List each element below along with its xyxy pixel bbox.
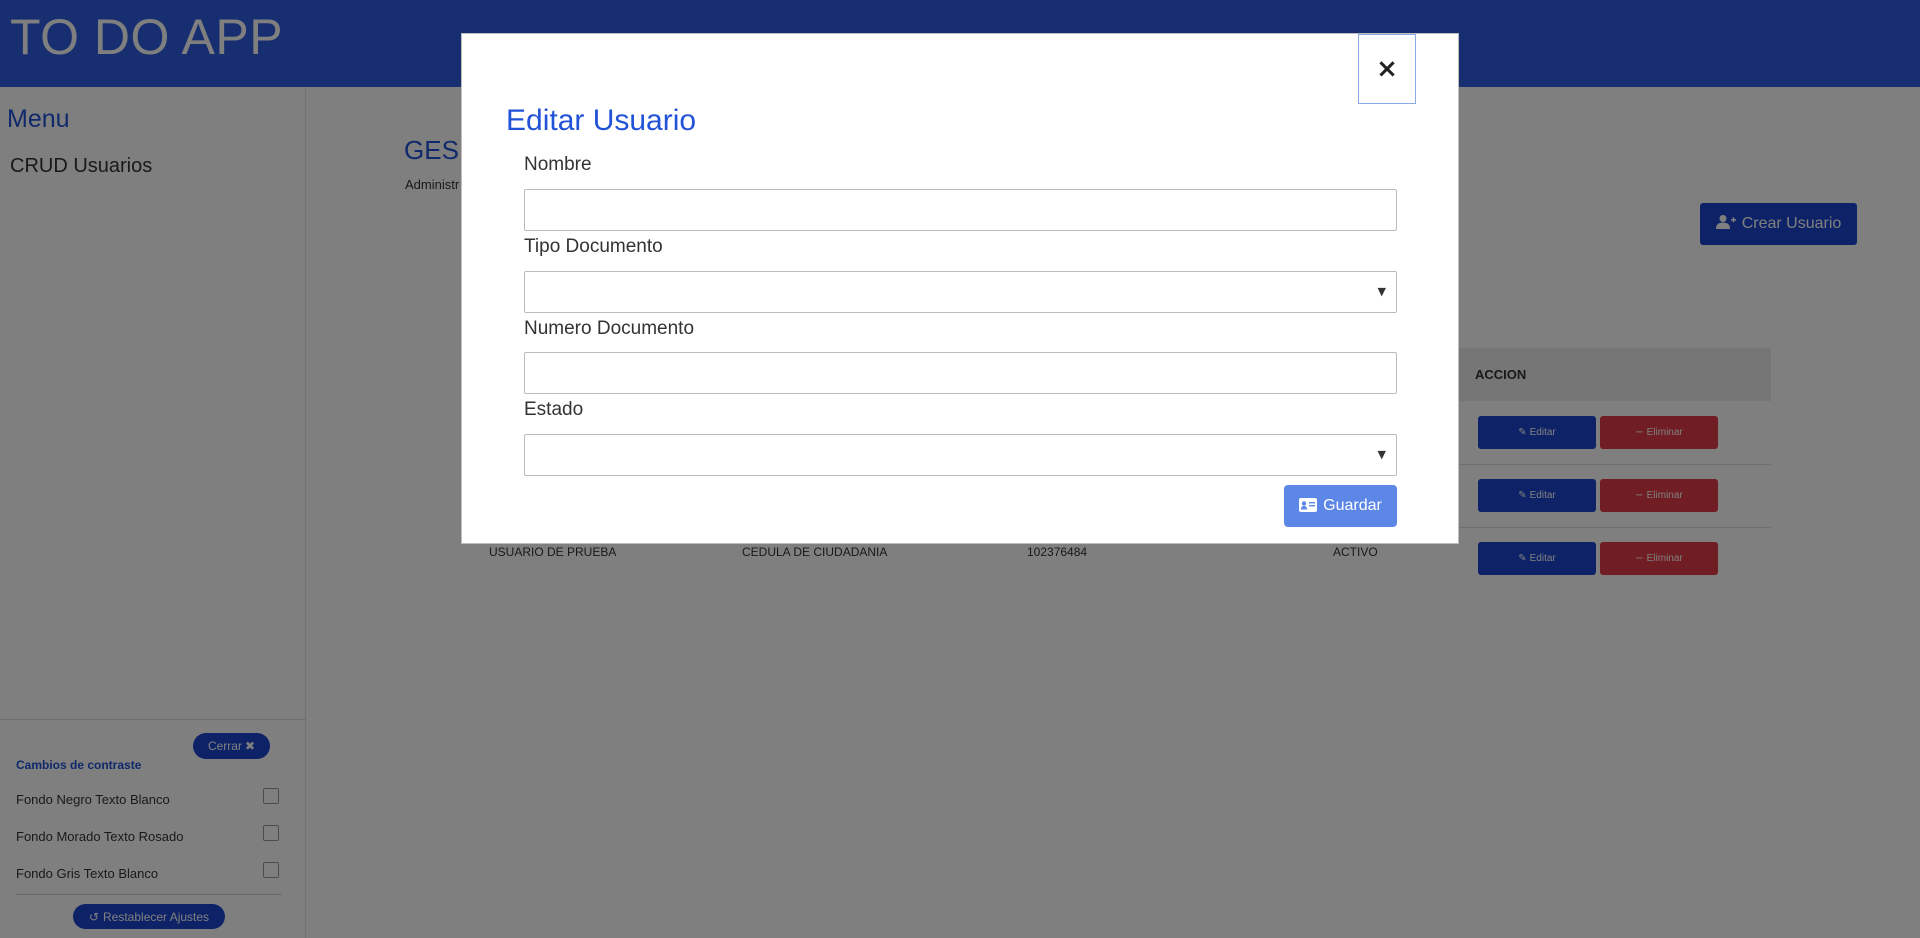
nombre-label: Nombre [524, 154, 592, 175]
id-card-icon [1299, 497, 1318, 516]
save-button[interactable]: Guardar [1284, 485, 1397, 527]
modal-title: Editar Usuario [506, 104, 697, 137]
chevron-down-icon: ▼ [1377, 448, 1386, 461]
numero-documento-input[interactable] [524, 352, 1397, 394]
save-label: Guardar [1323, 497, 1382, 514]
tipo-documento-select[interactable]: ▼ [524, 271, 1397, 313]
edit-user-modal: × Editar Usuario Nombre Tipo Documento ▼… [461, 33, 1459, 544]
estado-label: Estado [524, 399, 584, 420]
chevron-down-icon: ▼ [1377, 285, 1386, 298]
nombre-input[interactable] [524, 189, 1397, 231]
tipo-documento-label: Tipo Documento [524, 236, 663, 257]
numero-documento-label: Numero Documento [524, 318, 695, 339]
estado-select[interactable]: ▼ [524, 434, 1397, 476]
close-modal-button[interactable]: × [1358, 34, 1416, 104]
close-icon: × [1376, 54, 1398, 84]
